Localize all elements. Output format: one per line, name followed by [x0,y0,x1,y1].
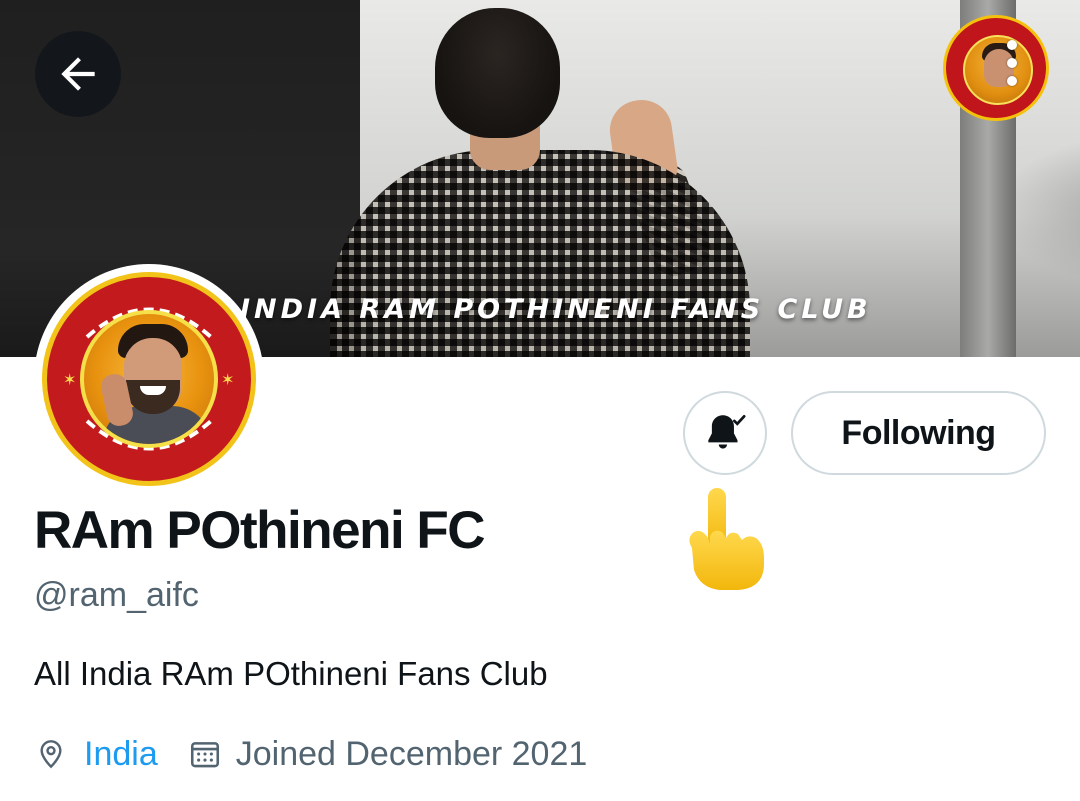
map-pin-icon [34,734,68,774]
arrow-left-icon [61,57,95,91]
calendar-icon [188,734,222,774]
more-dot [1007,40,1017,50]
pointing-hand-icon [689,488,764,590]
profile-location-link[interactable]: India [84,735,158,774]
profile-bio: All India RAm POthineni Fans Club [34,655,548,692]
following-button[interactable]: Following [791,391,1046,475]
header-avatar[interactable] [943,15,1049,121]
profile-screen: INDIA RAM POTHINENI FANS CLUB ✶ ✶ Follow… [0,0,1080,801]
notifications-button[interactable] [683,391,767,475]
profile-handle: @ram_aifc [34,576,199,614]
avatar-seal: ✶ ✶ [42,272,256,486]
profile-joined-date: Joined December 2021 [235,734,588,773]
banner-person-head [435,8,560,138]
more-dot [1007,76,1017,86]
svg-text:✶: ✶ [221,370,234,389]
back-button[interactable] [35,31,121,117]
avatar-photo [80,310,218,448]
profile-meta-row: India Joined December 2021 [34,732,587,776]
svg-text:✶: ✶ [63,370,76,389]
bell-check-icon [708,414,746,449]
profile-avatar[interactable]: ✶ ✶ [34,264,264,494]
more-dot [1007,58,1017,68]
banner-caption: INDIA RAM POTHINENI FANS CLUB [240,294,872,325]
header-avatar-photo [963,35,1033,105]
profile-display-name: RAm POthineni FC [34,501,486,560]
